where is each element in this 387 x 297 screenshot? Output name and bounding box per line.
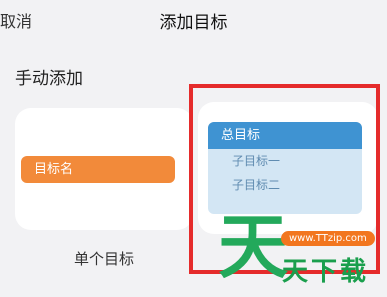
watermark-text: 天下载 [282, 257, 370, 287]
goal-name-bar: 目标名 [21, 156, 175, 183]
watermark-logo: 天 [218, 206, 288, 288]
section-label-manual-add: 手动添加 [15, 69, 83, 89]
single-goal-card[interactable]: 目标名 [15, 108, 193, 230]
single-goal-caption: 单个目标 [73, 250, 134, 268]
page-title: 添加目标 [159, 13, 228, 33]
watermark-url: www.TTzip.com [281, 231, 375, 246]
